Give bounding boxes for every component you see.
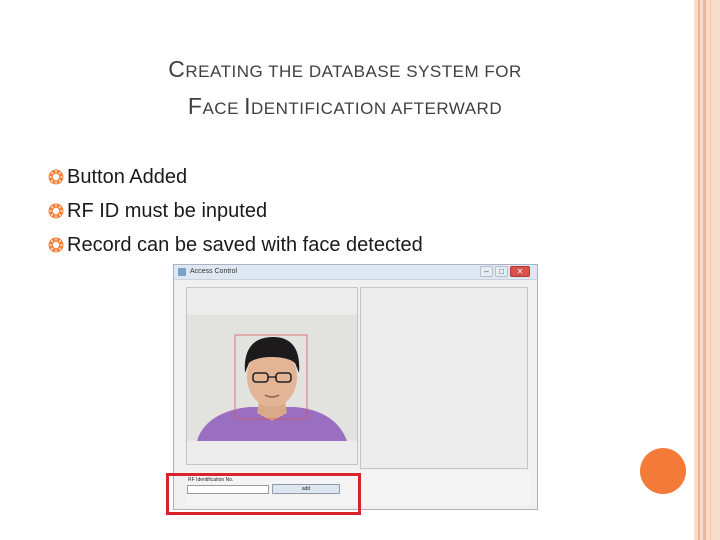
title-line-2: FACE IDENTIFICATION AFTERWARD	[187, 93, 503, 119]
maximize-button[interactable]: □	[495, 266, 508, 277]
orange-circle-decoration	[640, 448, 686, 494]
sun-bullet-icon	[48, 169, 64, 185]
camera-feed	[187, 315, 357, 441]
slide-title: CREATING THE DATABASE SYSTEM FOR FACE ID…	[40, 52, 650, 126]
bullet-item: RF ID must be inputed	[48, 196, 423, 230]
minimize-button[interactable]: ‒	[480, 266, 493, 277]
side-decoration-line	[703, 0, 706, 540]
right-panel	[360, 287, 528, 469]
window-titlebar[interactable]: Access Control ‒ □ ✕	[174, 265, 537, 280]
bullet-item: Record can be saved with face detected	[48, 230, 423, 264]
bullet-text: Record can be saved with face detected	[67, 234, 423, 256]
side-decoration-line	[710, 0, 711, 540]
camera-face-image	[187, 315, 357, 441]
side-decoration-line	[698, 0, 700, 540]
title-line-1: CREATING THE DATABASE SYSTEM FOR	[168, 56, 522, 82]
bullet-text: RF ID must be inputed	[67, 200, 268, 222]
bullet-item: Button Added	[48, 162, 423, 196]
app-icon	[178, 268, 186, 276]
window-title: Access Control	[190, 268, 238, 275]
close-button[interactable]: ✕	[510, 266, 530, 277]
bullet-text: Button Added	[67, 166, 188, 188]
sun-bullet-icon	[48, 237, 64, 253]
highlight-box	[166, 473, 361, 515]
bullet-list: Button Added RF ID must be inputed Recor…	[48, 162, 423, 264]
sun-bullet-icon	[48, 203, 64, 219]
